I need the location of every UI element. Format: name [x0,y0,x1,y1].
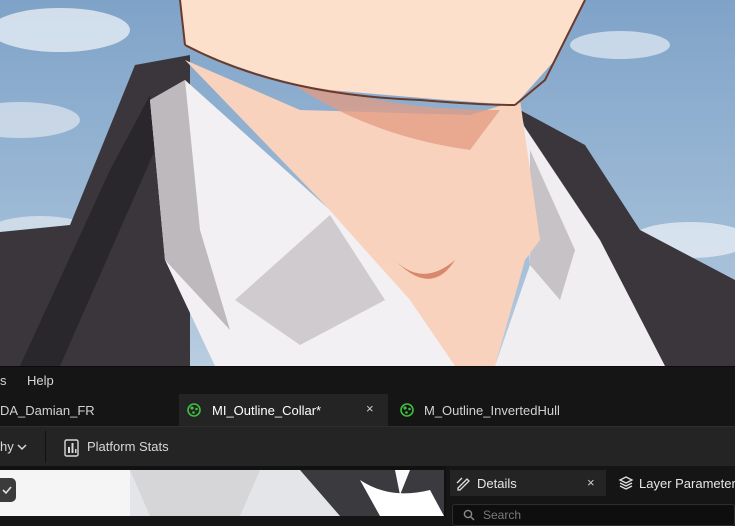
menu-item-help[interactable]: Help [27,373,54,388]
platform-stats-label: Platform Stats [87,439,169,454]
close-tab-icon[interactable]: × [587,475,595,490]
graph-preview-panel[interactable] [0,470,444,516]
details-pencil-icon [456,477,470,491]
close-tab-icon[interactable]: × [366,401,374,416]
lower-panels: Details × Layer Parameters Search [0,466,735,526]
tab-label: DA_Damian_FR [0,403,95,418]
character-render [0,0,735,366]
chevron-down-icon[interactable] [17,442,27,452]
tab-da-damian-fr[interactable]: DA_Damian_FR [0,394,178,426]
tab-label: M_Outline_InvertedHull [424,403,560,418]
menu-item-tools[interactable]: s [0,373,7,388]
material-instance-icon [187,403,201,417]
search-placeholder: Search [483,508,522,522]
checkmark-icon [2,486,12,495]
hierarchy-button-label[interactable]: hy [0,439,14,454]
editor-toolbar: hy Platform Stats [0,426,735,467]
confirm-button[interactable] [0,478,16,502]
tab-details[interactable]: Details × [450,470,606,496]
menu-bar: s Help [0,366,735,395]
preview-render [0,470,444,516]
document-tab-bar: DA_Damian_FR MI_Outline_Collar* × M_Outl… [0,394,735,426]
tab-label: Details [477,476,517,491]
tab-label: Layer Parameters [639,476,735,491]
toolbar-divider [45,431,46,463]
search-icon [463,509,475,521]
platform-stats-button[interactable]: Platform Stats [58,431,183,463]
material-icon [400,403,414,417]
platform-stats-icon [64,439,79,457]
tab-mi-outline-collar[interactable]: MI_Outline_Collar* × [179,394,388,426]
tab-layer-parameters[interactable]: Layer Parameters [612,470,735,496]
material-preview-viewport[interactable] [0,0,735,366]
details-panel: Details × Layer Parameters Search [446,466,735,526]
layers-icon [618,476,634,490]
tab-label: MI_Outline_Collar* [212,403,322,418]
details-search-input[interactable]: Search [452,504,735,526]
tab-m-outline-invertedhull[interactable]: M_Outline_InvertedHull [390,394,590,426]
